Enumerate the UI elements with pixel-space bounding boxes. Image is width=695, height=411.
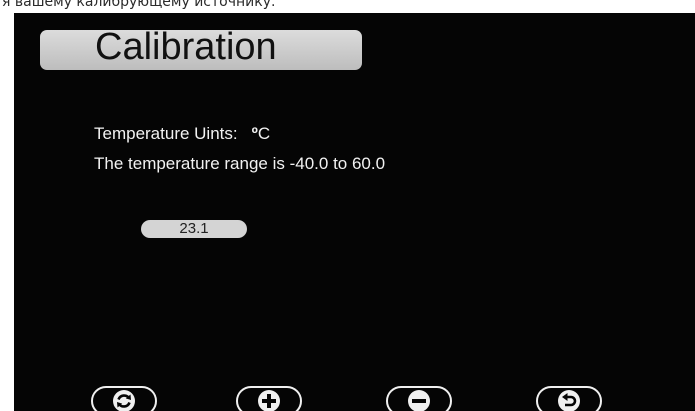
decrease-button[interactable] <box>386 386 452 411</box>
temperature-units-row: Temperature Uints: ºC <box>94 124 270 144</box>
temperature-units-value: ºC <box>252 124 271 143</box>
temperature-range-text: The temperature range is -40.0 to 60.0 <box>94 154 386 173</box>
return-icon <box>557 389 581 411</box>
refresh-icon <box>112 389 136 411</box>
caption-text: я вашему калибрующему источнику. <box>2 0 276 10</box>
calibration-value-field[interactable]: 23.1 <box>141 220 247 238</box>
minus-icon <box>407 389 431 411</box>
caption-strip: я вашему калибрующему источнику. <box>0 0 695 13</box>
plus-icon <box>257 389 281 411</box>
increase-button[interactable] <box>236 386 302 411</box>
page-title: Calibration <box>95 26 277 68</box>
unit-letter: C <box>257 124 271 143</box>
refresh-button[interactable] <box>91 386 157 411</box>
temperature-units-label: Temperature Uints: <box>94 124 238 143</box>
title-banner: Calibration <box>40 26 362 70</box>
device-screen: Calibration Temperature Uints: ºC The tem… <box>14 13 695 411</box>
return-button[interactable] <box>536 386 602 411</box>
page: я вашему калибрующему источнику. Calibra… <box>0 0 695 411</box>
